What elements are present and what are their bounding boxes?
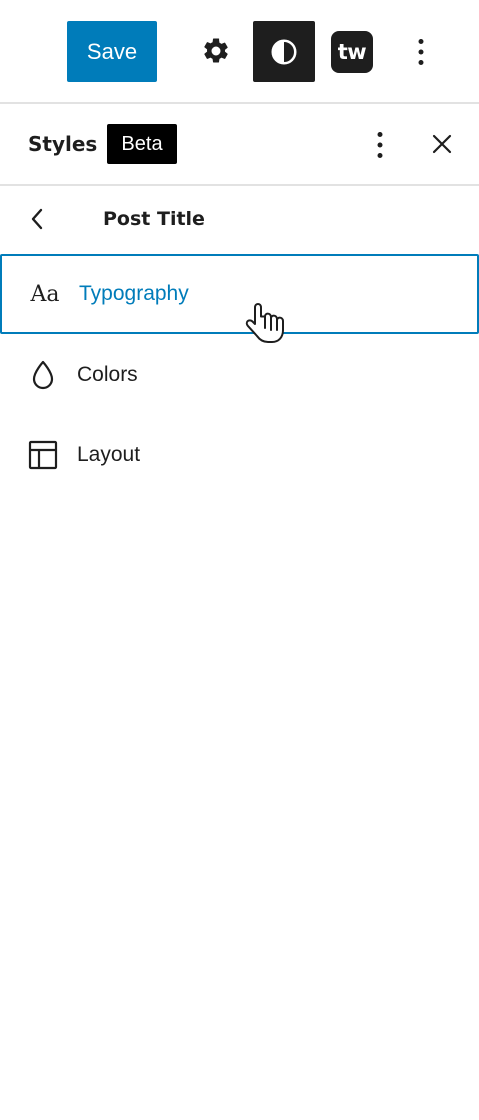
panel-options-button[interactable] (364, 123, 396, 167)
menu-item-colors[interactable]: Colors (0, 335, 479, 415)
more-vertical-icon (377, 132, 383, 158)
more-vertical-icon (418, 39, 424, 65)
close-panel-button[interactable] (425, 127, 459, 161)
menu-item-label: Layout (77, 443, 141, 466)
styles-toggle-button[interactable] (253, 21, 315, 82)
beta-badge: Beta (107, 124, 177, 164)
contrast-icon (271, 39, 297, 64)
options-button[interactable] (405, 30, 437, 74)
chevron-left-icon (31, 208, 43, 230)
menu-item-typography[interactable]: Aa Typography (0, 254, 479, 334)
gear-icon (204, 38, 228, 63)
settings-button[interactable] (193, 28, 239, 74)
tw-plugin-button[interactable]: tw (331, 31, 373, 73)
menu-item-label: Typography (79, 282, 189, 305)
panel-title: Styles (28, 132, 98, 156)
layout-icon (26, 438, 60, 472)
menu-item-label: Colors (77, 363, 138, 386)
editor-toolbar: Save tw (0, 0, 479, 104)
close-icon (432, 134, 452, 154)
tw-logo-text: tw (337, 40, 367, 64)
droplet-icon (26, 358, 60, 392)
navigator-title: Post Title (103, 208, 205, 230)
save-button[interactable]: Save (67, 21, 157, 82)
typography-icon: Aa (30, 281, 60, 307)
back-button[interactable] (22, 202, 52, 236)
menu-item-layout[interactable]: Layout (0, 415, 479, 495)
navigator-header: Post Title (0, 186, 479, 252)
styles-panel-header: Styles Beta (0, 104, 479, 186)
